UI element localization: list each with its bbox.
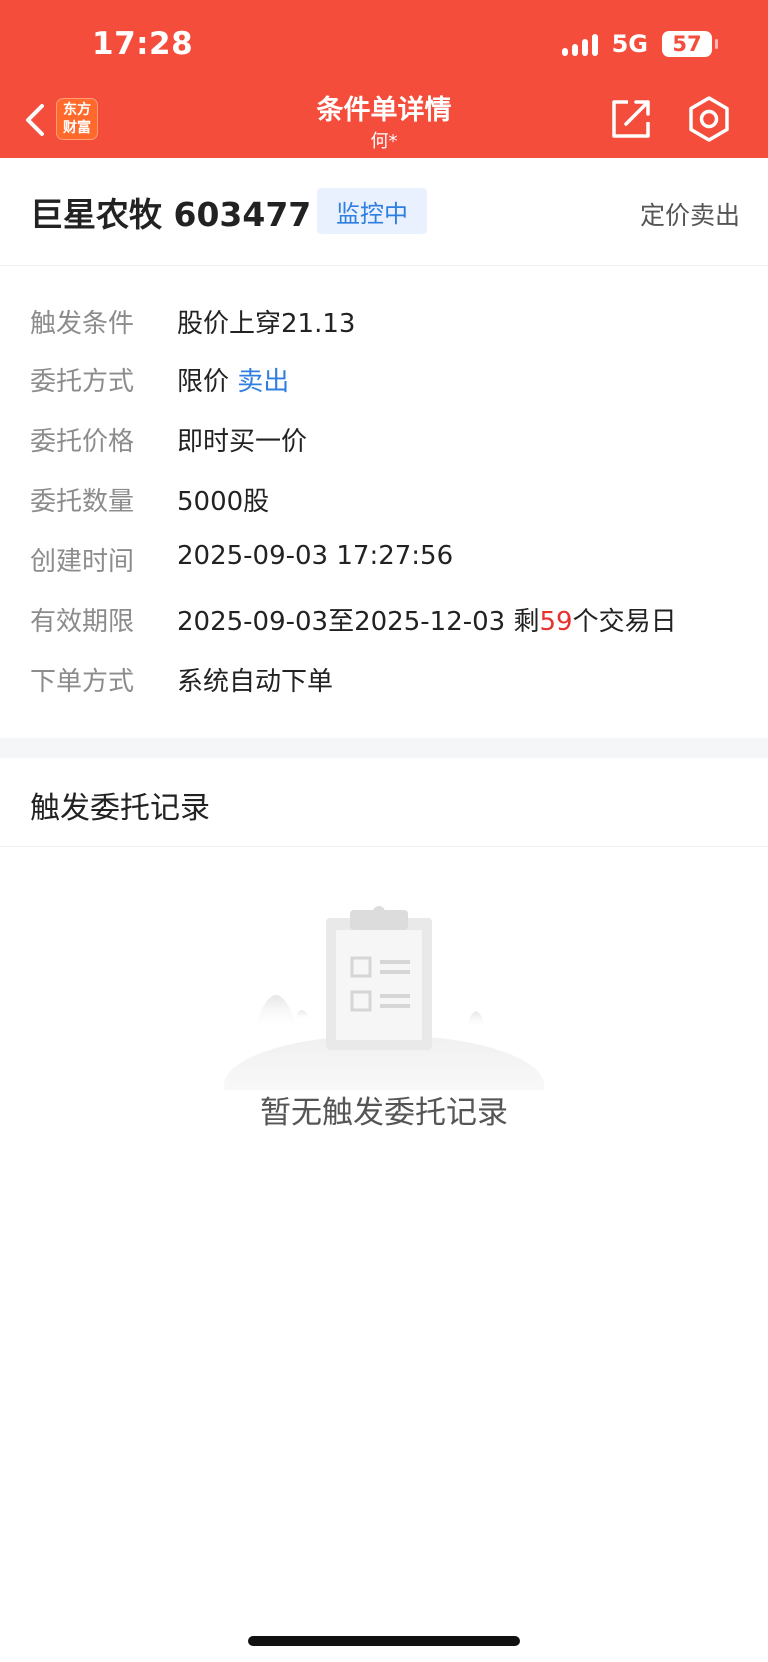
detail-row-validity: 有效期限 2025-09-03至2025-12-03 剩59个交易日 — [0, 601, 768, 641]
header-bar: 17:28 5G 57 东方 财富 条件单详情 何* — [0, 0, 768, 158]
detail-label: 触发条件 — [30, 309, 135, 339]
price-type: 限价 — [177, 367, 230, 397]
stock-header: 巨星农牧 603477 监控中 定价卖出 — [0, 158, 768, 266]
status-badge: 监控中 — [317, 188, 427, 234]
direction-sell: 卖出 — [237, 367, 290, 397]
signal-icon — [561, 32, 598, 56]
stock-name-code: 巨星农牧 603477 — [30, 195, 312, 234]
remaining-days: 59 — [539, 607, 573, 637]
battery-level: 57 — [672, 32, 702, 56]
detail-value: 股价上穿21.13 — [177, 309, 356, 339]
detail-label: 下单方式 — [30, 667, 135, 697]
detail-value: 2025-09-03 17:27:56 — [177, 541, 454, 571]
detail-row-order-mode: 下单方式 系统自动下单 — [0, 661, 768, 701]
order-type-label: 定价卖出 — [639, 201, 740, 230]
detail-label: 创建时间 — [30, 547, 135, 577]
detail-label: 委托价格 — [30, 427, 135, 457]
detail-row-trigger: 触发条件 股价上穿21.13 — [0, 303, 768, 343]
network-label: 5G — [611, 30, 648, 58]
detail-value: 2025-09-03至2025-12-03 剩59个交易日 — [177, 601, 677, 638]
status-time: 17:28 — [92, 26, 194, 62]
detail-value: 限价 卖出 — [177, 361, 289, 398]
status-indicators: 5G 57 — [561, 30, 718, 58]
detail-value: 系统自动下单 — [177, 667, 334, 697]
gear-icon[interactable] — [684, 94, 734, 144]
share-icon[interactable] — [608, 96, 654, 142]
detail-row-entrust-price: 委托价格 即时买一价 — [0, 421, 768, 461]
home-indicator[interactable] — [248, 1636, 520, 1646]
clipboard-icon — [224, 906, 544, 1090]
remaining-suffix: 个交易日 — [572, 607, 677, 637]
validity-range: 2025-09-03至2025-12-03 剩 — [177, 607, 540, 637]
records-section-title: 触发委托记录 — [30, 791, 210, 826]
detail-label: 委托方式 — [30, 367, 135, 397]
detail-value: 5000股 — [177, 487, 270, 517]
battery-icon: 57 — [662, 31, 718, 57]
detail-label: 委托数量 — [30, 487, 135, 517]
detail-row-created-time: 创建时间 2025-09-03 17:27:56 — [0, 541, 768, 581]
empty-state-text: 暂无触发委托记录 — [260, 1095, 508, 1131]
divider — [0, 846, 768, 847]
section-divider — [0, 738, 768, 758]
detail-value: 即时买一价 — [177, 427, 308, 457]
detail-row-entrust-method: 委托方式 限价 卖出 — [0, 361, 768, 401]
detail-label: 有效期限 — [30, 607, 135, 637]
detail-row-quantity: 委托数量 5000股 — [0, 481, 768, 521]
